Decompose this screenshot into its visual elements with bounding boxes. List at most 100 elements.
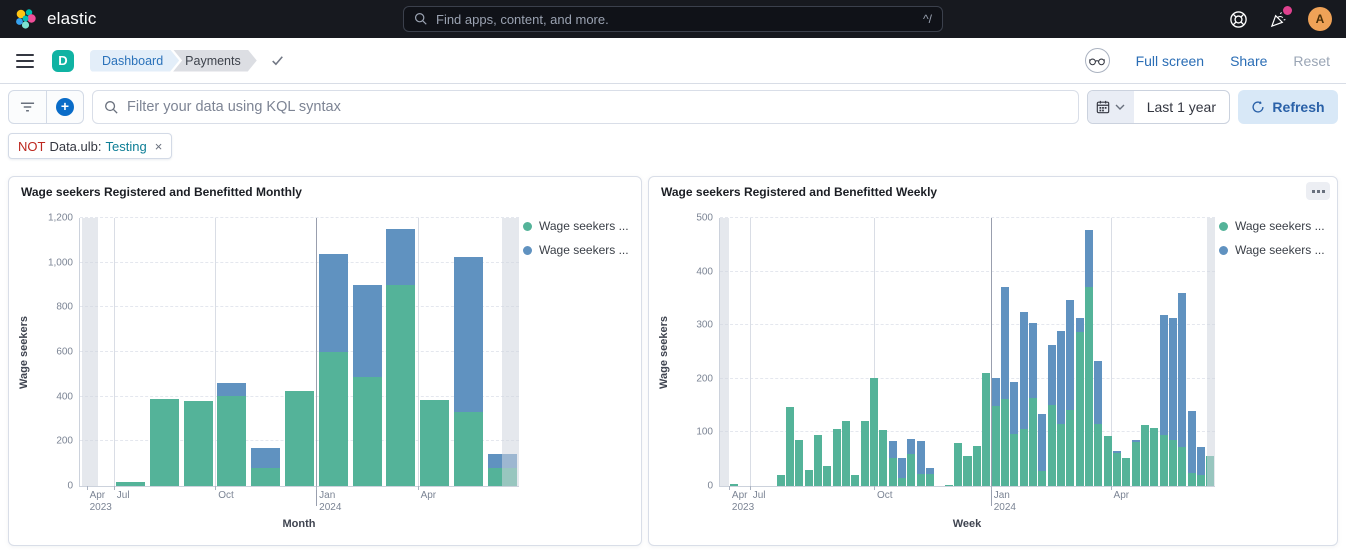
global-search-placeholder: Find apps, content, and more. — [436, 12, 915, 27]
bar-benefitted — [1113, 451, 1121, 453]
bar-registered — [926, 474, 934, 486]
bar-benefitted — [217, 383, 246, 395]
x-tick-label: Apr — [421, 490, 437, 502]
x-axis-title: Month — [79, 518, 519, 530]
remove-filter-icon[interactable]: × — [155, 139, 163, 154]
bar-registered — [1085, 287, 1093, 486]
calendar-dropdown-button[interactable] — [1088, 91, 1134, 123]
panel-title: Wage seekers Registered and Benefitted M… — [21, 185, 607, 199]
space-badge[interactable]: D — [52, 50, 74, 72]
y-gridline — [720, 271, 1215, 272]
x-tick-mark — [215, 486, 216, 490]
panel-weekly-chart: Wage seekers Registered and Benefitted W… — [648, 176, 1338, 546]
full-screen-button[interactable]: Full screen — [1136, 53, 1204, 69]
user-avatar[interactable]: A — [1308, 7, 1332, 31]
x-tick-label: Jul — [117, 490, 130, 502]
chevron-down-icon — [1115, 104, 1125, 110]
check-icon[interactable] — [269, 52, 286, 69]
global-search-input[interactable]: Find apps, content, and more. ^/ — [403, 6, 943, 32]
bar-registered — [1001, 399, 1009, 486]
y-axis-title: Wage seekers — [17, 218, 31, 487]
filter-value: Testing — [106, 139, 147, 154]
plus-icon: + — [56, 98, 74, 116]
panel-title: Wage seekers Registered and Benefitted W… — [661, 185, 1303, 199]
bar-registered — [1113, 453, 1121, 486]
help-icon[interactable] — [1228, 9, 1248, 29]
y-tick-label: 300 — [696, 320, 713, 331]
legend-item[interactable]: Wage seekers ... — [1219, 219, 1333, 233]
breadcrumb: Dashboard Payments — [90, 50, 286, 72]
bar-registered — [898, 478, 906, 486]
bar-registered — [1038, 471, 1046, 486]
bar-registered — [251, 468, 280, 486]
panel-monthly-chart: Wage seekers Registered and Benefitted M… — [8, 176, 642, 546]
bar-benefitted — [1132, 440, 1140, 441]
y-tick-label: 400 — [696, 266, 713, 277]
bar-benefitted — [353, 285, 382, 377]
bar-registered — [1169, 440, 1177, 486]
x-tick-label: Jul — [753, 490, 766, 502]
breadcrumb-dashboard[interactable]: Dashboard — [90, 50, 179, 72]
filter-pill[interactable]: NOT Data.ulb: Testing × — [8, 133, 172, 159]
app-header: elastic Find apps, content, and more. ^/… — [0, 0, 1346, 38]
y-tick-label: 200 — [696, 373, 713, 384]
bar-registered — [1132, 442, 1140, 486]
elastic-logo-icon — [14, 7, 38, 31]
bar-registered — [805, 470, 813, 486]
bar-registered — [1066, 410, 1074, 486]
bar-benefitted — [319, 254, 348, 352]
bar-benefitted — [1160, 315, 1168, 436]
x-tick-mark — [750, 486, 751, 490]
bar-registered — [842, 421, 850, 486]
y-tick-label: 1,000 — [48, 257, 73, 268]
bar-registered — [823, 466, 831, 486]
breadcrumb-payments[interactable]: Payments — [173, 50, 257, 72]
partial-bucket-band — [502, 218, 519, 486]
legend-label: Wage seekers ... — [539, 243, 629, 257]
menu-icon[interactable] — [16, 54, 34, 68]
view-mode-glasses-icon[interactable] — [1085, 48, 1110, 73]
bar-registered — [889, 458, 897, 486]
filter-funnel-icon[interactable] — [9, 91, 46, 123]
newsfeed-icon[interactable] — [1268, 9, 1288, 29]
bar-registered — [386, 285, 415, 486]
bar-benefitted — [1085, 230, 1093, 287]
bar-benefitted — [1057, 331, 1065, 425]
kql-search-input[interactable]: Filter your data using KQL syntax — [92, 90, 1079, 124]
legend-item[interactable]: Wage seekers ... — [523, 243, 637, 257]
legend-dot — [1219, 222, 1228, 231]
x-gridline — [215, 218, 216, 486]
x-tick-label: Oct — [218, 490, 234, 502]
refresh-button[interactable]: Refresh — [1238, 90, 1338, 124]
bar-registered — [217, 396, 246, 486]
legend-item[interactable]: Wage seekers ... — [523, 219, 637, 233]
plot-area: 02004006008001,0001,200Apr2023JulOctJan2… — [79, 218, 519, 487]
legend-label: Wage seekers ... — [1235, 243, 1325, 257]
bar-benefitted — [1010, 382, 1018, 435]
x-tick-label: Apr2023 — [732, 490, 754, 514]
share-button[interactable]: Share — [1230, 53, 1267, 69]
bar-registered — [814, 435, 822, 486]
panel-options-icon[interactable] — [1306, 182, 1330, 200]
time-range-value[interactable]: Last 1 year — [1134, 91, 1229, 123]
bar-registered — [1094, 424, 1102, 486]
bar-benefitted — [889, 441, 897, 458]
notification-dot — [1283, 6, 1292, 15]
filter-field: Data.ulb: — [49, 139, 101, 154]
bar-benefitted — [898, 458, 906, 478]
filter-negate: NOT — [18, 139, 45, 154]
reset-button[interactable]: Reset — [1293, 53, 1330, 69]
bar-benefitted — [454, 257, 483, 412]
bar-registered — [973, 446, 981, 486]
bar-registered — [353, 377, 382, 486]
bar-benefitted — [1178, 293, 1186, 447]
bar-benefitted — [1188, 411, 1196, 473]
bar-registered — [917, 474, 925, 486]
legend-dot — [523, 246, 532, 255]
bar-registered — [1029, 398, 1037, 486]
add-filter-button[interactable]: + — [46, 91, 83, 123]
y-tick-label: 600 — [56, 347, 73, 358]
legend-item[interactable]: Wage seekers ... — [1219, 243, 1333, 257]
search-shortcut-hint: ^/ — [923, 12, 932, 26]
chart-legend: Wage seekers ... Wage seekers ... — [523, 219, 637, 257]
